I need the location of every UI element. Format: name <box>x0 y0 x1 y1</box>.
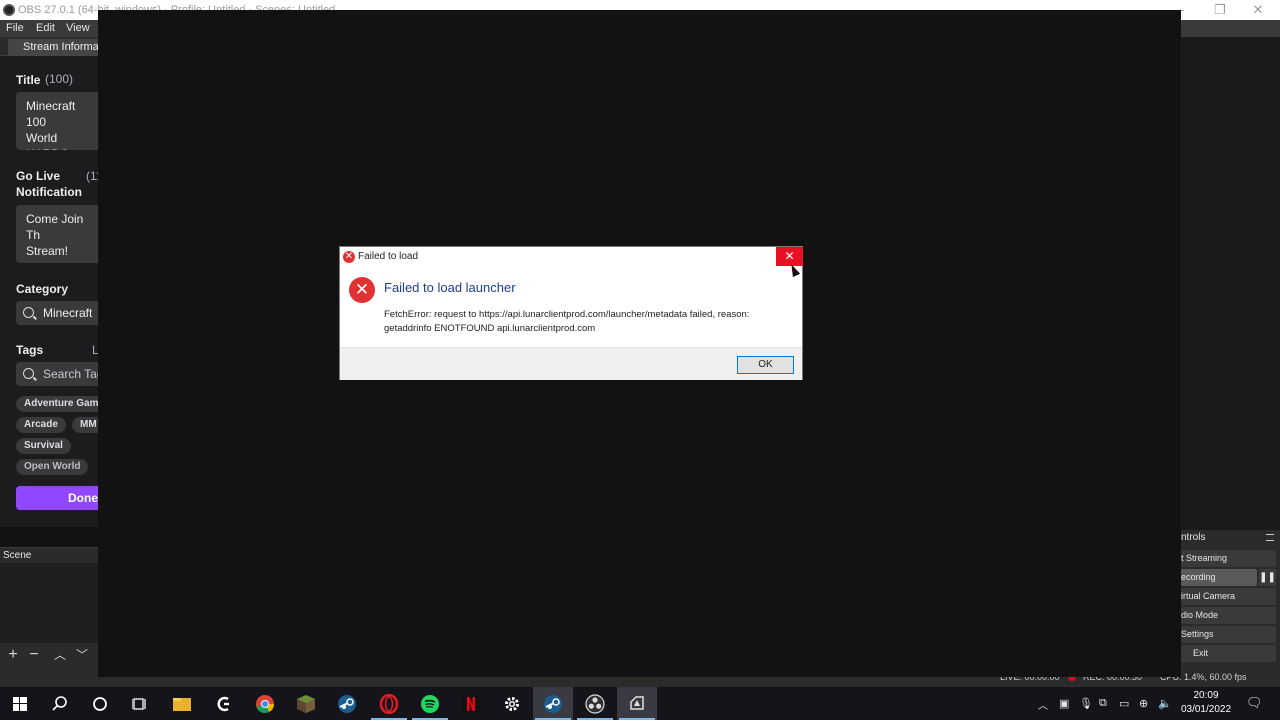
error-icon: ✕ <box>349 277 375 303</box>
tags-search-input[interactable]: Search Tag <box>16 362 98 386</box>
obs-logo-icon <box>3 4 15 16</box>
clock-date: 03/01/2022 <box>1180 704 1232 715</box>
category-value: Minecraft <box>43 306 93 320</box>
settings-icon[interactable] <box>492 687 532 720</box>
tag-mmo[interactable]: MM <box>72 417 98 433</box>
dialog-title: Failed to load <box>358 251 419 262</box>
dialog-footer: OK <box>340 347 802 380</box>
steam-icon[interactable] <box>327 687 367 720</box>
go-live-label: Go Live Notification <box>16 169 82 199</box>
dock-tab-bar: Stream Information <box>0 37 100 56</box>
error-dialog: ✕ Failed to load ✕ ✕ Failed to load laun… <box>339 246 803 380</box>
done-button[interactable]: Done <box>16 486 98 510</box>
tags-label: Tags <box>16 343 44 357</box>
title-char-count: (100) <box>45 72 74 86</box>
minus-icon[interactable]: − <box>25 645 43 665</box>
window-close-icon[interactable]: ✕ <box>1238 0 1278 20</box>
search-icon <box>23 368 34 379</box>
search-icon[interactable] <box>40 687 80 720</box>
spotify-icon[interactable] <box>410 687 450 720</box>
tag-arcade[interactable]: Arcade <box>16 417 66 433</box>
category-input[interactable]: Minecraft <box>16 301 98 325</box>
virtual-camera-button[interactable]: irtual Camera <box>1181 588 1276 605</box>
error-small-icon: ✕ <box>343 251 355 263</box>
chrome-icon[interactable] <box>245 687 285 720</box>
dock-float-icon[interactable] <box>1266 534 1274 541</box>
obs-right-panel <box>1181 37 1280 530</box>
studio-mode-button[interactable]: dio Mode <box>1181 607 1276 624</box>
scene-list[interactable] <box>0 563 98 643</box>
dialog-close-button[interactable]: ✕ <box>776 247 803 266</box>
tags-search-placeholder: Search Tag <box>43 367 98 381</box>
file-explorer-icon[interactable] <box>162 687 202 720</box>
start-icon[interactable] <box>0 687 40 720</box>
netflix-icon[interactable] <box>451 687 491 720</box>
volume-icon[interactable]: 🔈 <box>1158 697 1172 710</box>
stream-information-dock: Title (100) Minecraft 100 World HARDC (1… <box>0 56 98 527</box>
arrow-down-icon[interactable]: ﹀ <box>73 645 91 665</box>
tab-stream-information[interactable]: Stream Information <box>8 39 100 56</box>
tag-open-world[interactable]: Open World <box>16 459 89 475</box>
exit-button[interactable]: Exit <box>1181 645 1276 662</box>
tray-display-icon[interactable]: ⧉ <box>1099 697 1107 710</box>
obs-icon[interactable] <box>575 687 615 720</box>
menu-edit[interactable]: Edit <box>36 22 55 34</box>
dialog-heading: Failed to load launcher <box>384 280 516 295</box>
minecraft-icon[interactable] <box>286 687 326 720</box>
tray-app-icon[interactable]: ▣ <box>1059 697 1069 710</box>
scene-toolbar: + − ︿ ﹀ <box>0 643 98 667</box>
title-label: Title <box>16 73 41 87</box>
start-streaming-button[interactable]: t Streaming <box>1181 550 1276 567</box>
obs-menu-bar-right <box>1181 20 1280 37</box>
arrow-up-icon[interactable]: ︿ <box>51 645 69 665</box>
taskbar: ︿ ▣ 🎙 ⧉ ▭ ⊕ 🔈 20:09 03/01/2022 🗨 <box>0 687 1280 720</box>
menu-file[interactable]: File <box>6 22 24 34</box>
pause-recording-icon[interactable]: ❚❚ <box>1259 569 1276 586</box>
microphone-icon[interactable]: 🎙 <box>1079 697 1093 710</box>
system-clock[interactable]: 20:09 03/01/2022 <box>1176 689 1236 717</box>
desktop: OBS 27.0.1 (64-bit, windows) - Profile: … <box>0 0 1280 720</box>
cortana-icon[interactable] <box>80 687 120 720</box>
go-live-notification-input[interactable]: Come Join Th Stream! <box>16 205 98 263</box>
battery-icon[interactable]: ▭ <box>1119 697 1129 710</box>
menu-view[interactable]: View <box>66 22 90 34</box>
title-input[interactable]: Minecraft 100 World HARDC (1.18) <box>16 92 98 150</box>
search-icon <box>23 307 34 318</box>
notification-icon[interactable]: 🗨 <box>1246 695 1263 711</box>
go-live-char-count: (11 <box>86 169 98 183</box>
steam-active-icon[interactable] <box>533 687 573 720</box>
clock-time: 20:09 <box>1193 690 1219 701</box>
network-icon[interactable]: ⊕ <box>1139 697 1148 710</box>
task-view-icon[interactable] <box>120 687 160 720</box>
settings-button[interactable]: Settings <box>1181 626 1276 643</box>
controls-dock: ntrols t Streaming ecording irtual Camer… <box>1181 530 1280 667</box>
scene-panel-header: Scene <box>0 547 98 563</box>
tag-survival[interactable]: Survival <box>16 438 71 454</box>
restore-icon[interactable]: ❐ <box>1200 0 1240 20</box>
tag-adventure[interactable]: Adventure Gam <box>16 396 98 412</box>
tray-overflow-icon[interactable]: ︿ <box>1038 697 1048 712</box>
dialog-message: FetchError: request to https://api.lunar… <box>384 309 750 334</box>
plus-icon[interactable]: + <box>4 645 22 665</box>
controls-header: ntrols <box>1181 532 1206 543</box>
logitech-icon[interactable] <box>204 687 244 720</box>
obs-menu-bar: File Edit View <box>0 20 100 37</box>
stop-recording-button[interactable]: ecording <box>1181 569 1257 586</box>
lunar-client-icon[interactable] <box>617 687 657 720</box>
opera-icon[interactable] <box>369 687 409 720</box>
ok-button[interactable]: OK <box>737 356 794 374</box>
category-label: Category <box>16 282 69 296</box>
